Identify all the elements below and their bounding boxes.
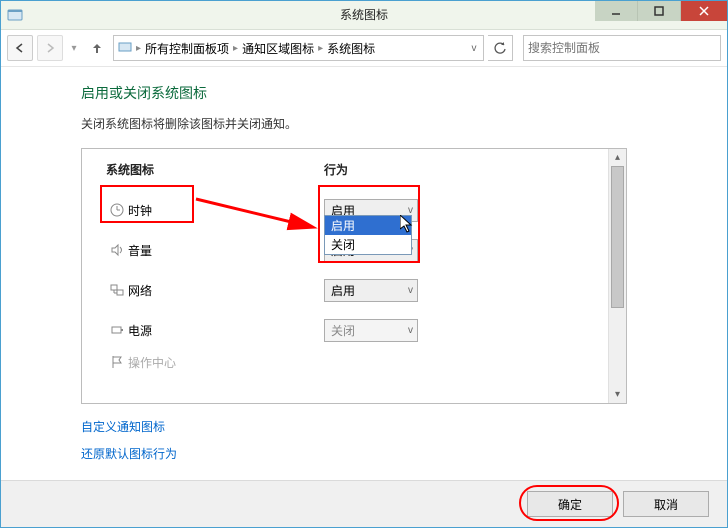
clock-icon [106, 202, 128, 218]
list-label: 操作中心 [128, 354, 324, 371]
nav-forward-button[interactable] [37, 35, 63, 61]
cancel-button[interactable]: 取消 [623, 491, 709, 517]
nav-up-button[interactable] [85, 36, 109, 60]
titlebar: 系统图标 [1, 1, 727, 30]
nav-back-button[interactable] [7, 35, 33, 61]
content-area: 启用或关闭系统图标 关闭系统图标将删除该图标并关闭通知。 系统图标 行为 时钟 … [1, 65, 727, 481]
link-restore-defaults[interactable]: 还原默认图标行为 [81, 445, 687, 462]
cursor-icon [400, 215, 416, 235]
column-header-icon: 系统图标 [106, 161, 324, 178]
list-label: 音量 [128, 242, 324, 259]
control-panel-icon [118, 40, 132, 57]
list-row-power: 电源 关闭 v [106, 310, 599, 350]
behavior-dropdown-open[interactable]: 启用 关闭 [324, 215, 412, 255]
dropdown-option[interactable]: 启用 [325, 216, 411, 235]
breadcrumb[interactable]: 系统图标 [327, 40, 375, 57]
footer: 确定 取消 [1, 480, 727, 527]
page-heading: 启用或关闭系统图标 [81, 83, 687, 103]
scroll-thumb[interactable] [611, 166, 624, 308]
scroll-down-button[interactable]: ▾ [609, 386, 626, 403]
breadcrumb-sep: ▸ [136, 43, 141, 54]
list-label: 电源 [128, 322, 324, 339]
list-label: 网络 [128, 282, 324, 299]
chevron-down-icon: v [408, 205, 413, 216]
control-panel-icon [7, 7, 23, 23]
dropdown-option[interactable]: 关闭 [325, 235, 411, 254]
behavior-select-network[interactable]: 启用 v [324, 279, 418, 302]
address-dropdown-icon[interactable]: v [465, 43, 483, 54]
list-row-action-center: 操作中心 [106, 350, 599, 374]
search-input[interactable] [523, 35, 721, 61]
chevron-down-icon: v [408, 325, 413, 336]
nav-row: ▾ ▸ 所有控制面板项 ▸ 通知区域图标 ▸ 系统图标 v [1, 30, 727, 67]
list-row-network: 网络 启用 v [106, 270, 599, 310]
page-subtext: 关闭系统图标将删除该图标并关闭通知。 [81, 115, 687, 132]
ok-button[interactable]: 确定 [527, 491, 613, 517]
behavior-select-power: 关闭 v [324, 319, 418, 342]
flag-icon [106, 354, 128, 370]
breadcrumb-sep: ▸ [233, 43, 238, 54]
network-icon [106, 282, 128, 298]
address-bar[interactable]: ▸ 所有控制面板项 ▸ 通知区域图标 ▸ 系统图标 v [113, 35, 484, 61]
icon-list-frame: 系统图标 行为 时钟 启用 v [81, 148, 627, 404]
list-label: 时钟 [128, 202, 324, 219]
link-customize-icons[interactable]: 自定义通知图标 [81, 418, 687, 435]
chevron-down-icon: v [408, 285, 413, 296]
column-header-action: 行为 [324, 161, 524, 178]
breadcrumb-sep: ▸ [318, 43, 323, 54]
scrollbar[interactable]: ▴ ▾ [608, 149, 626, 403]
maximize-button[interactable] [638, 1, 681, 21]
power-icon [106, 322, 128, 338]
minimize-button[interactable] [595, 1, 638, 21]
breadcrumb[interactable]: 所有控制面板项 [145, 40, 229, 57]
close-button[interactable] [681, 1, 727, 21]
breadcrumb[interactable]: 通知区域图标 [242, 40, 314, 57]
refresh-button[interactable] [488, 35, 513, 61]
volume-icon [106, 242, 128, 258]
scroll-up-button[interactable]: ▴ [609, 149, 626, 166]
nav-history-dropdown[interactable]: ▾ [67, 36, 81, 60]
